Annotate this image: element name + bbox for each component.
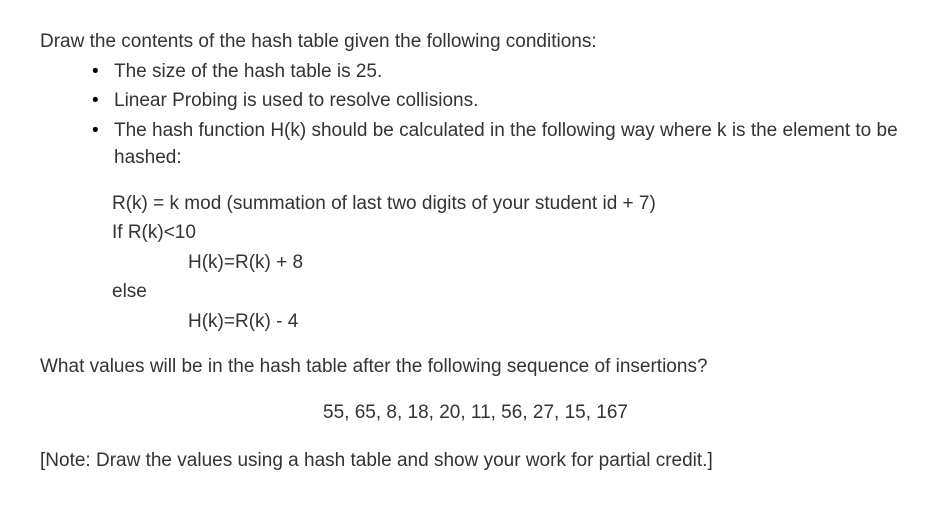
formula-hk-minus: H(k)=R(k) - 4 [112,308,911,336]
formula-if: If R(k)<10 [112,219,911,247]
list-item: The size of the hash table is 25. [92,58,911,86]
formula-hk-plus: H(k)=R(k) + 8 [112,249,911,277]
note-text: [Note: Draw the values using a hash tabl… [40,447,911,475]
formula-else: else [112,278,911,306]
list-item: The hash function H(k) should be calcula… [92,117,911,172]
formula-block: R(k) = k mod (summation of last two digi… [40,190,911,336]
bullet-list: The size of the hash table is 25. Linear… [40,58,911,172]
list-item: Linear Probing is used to resolve collis… [92,87,911,115]
intro-text: Draw the contents of the hash table give… [40,28,911,56]
insertion-sequence: 55, 65, 8, 18, 20, 11, 56, 27, 15, 167 [40,399,911,427]
formula-rk: R(k) = k mod (summation of last two digi… [112,190,911,218]
question-text: What values will be in the hash table af… [40,353,911,381]
